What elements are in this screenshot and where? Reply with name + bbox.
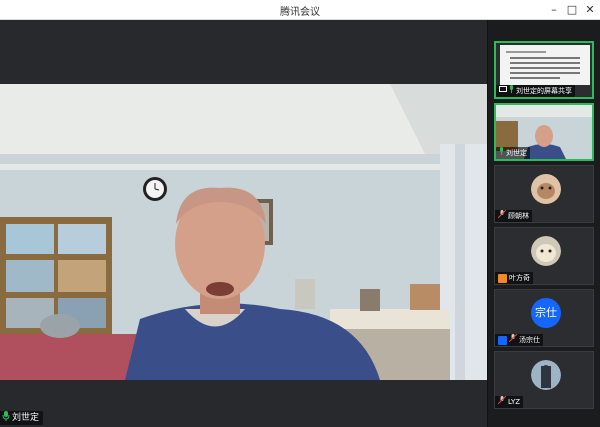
avatar	[531, 236, 561, 266]
tile-name-tag: 刘世定	[496, 147, 530, 159]
tile-name-tag: 刘世定的屏幕共享	[496, 85, 575, 97]
main-video-area: 刘世定	[0, 20, 487, 427]
participant-name: 刘世定的屏幕共享	[516, 87, 572, 95]
tile-name-tag: 汤宗仕	[495, 333, 543, 346]
main-speaker-tag: 刘世定	[0, 410, 44, 426]
tile-name-tag: 叶方奇	[495, 272, 533, 284]
mic-icon	[509, 85, 514, 97]
close-icon[interactable]: ✕	[582, 2, 598, 18]
mic-icon	[2, 410, 10, 426]
mic-muted-icon	[508, 333, 518, 346]
main-video-feed	[0, 84, 487, 380]
shared-screen-thumbnail	[500, 45, 590, 85]
participant-name: 刘世定	[506, 149, 527, 157]
main-speaker-name: 刘世定	[12, 413, 40, 423]
participant-tile[interactable]: LYZ	[494, 351, 594, 409]
mic-icon	[499, 147, 504, 159]
participant-tile[interactable]: 顾朝林	[494, 165, 594, 223]
participant-tile[interactable]: 叶方奇	[494, 227, 594, 285]
participant-tile[interactable]: 刘世定	[494, 103, 594, 161]
host-icon	[498, 273, 507, 283]
tile-name-tag: LYZ	[495, 395, 524, 408]
screen-share-icon	[499, 85, 507, 97]
participant-name: 汤宗仕	[519, 336, 540, 344]
maximize-icon[interactable]: □	[564, 2, 580, 18]
title-bar: 腾讯会议 – □ ✕	[0, 0, 600, 20]
participant-sidebar: 刘世定的屏幕共享 刘世定 顾朝林 叶方奇 宗仕 汤宗仕 LYZ	[487, 20, 600, 427]
avatar	[531, 174, 561, 204]
participant-tile[interactable]: 刘世定的屏幕共享	[494, 41, 594, 99]
mic-muted-icon	[497, 395, 507, 408]
avatar: 宗仕	[531, 298, 561, 328]
window-title: 腾讯会议	[280, 7, 320, 18]
mic-muted-icon	[497, 209, 507, 222]
minimize-icon[interactable]: –	[546, 2, 562, 18]
participant-name: LYZ	[508, 398, 521, 406]
avatar	[531, 360, 561, 390]
participant-name: 叶方奇	[509, 274, 530, 282]
tile-name-tag: 顾朝林	[495, 209, 532, 222]
speaker-video	[0, 84, 487, 380]
participant-name: 顾朝林	[508, 212, 529, 220]
participant-tile[interactable]: 宗仕 汤宗仕	[494, 289, 594, 347]
host-icon	[498, 335, 507, 345]
